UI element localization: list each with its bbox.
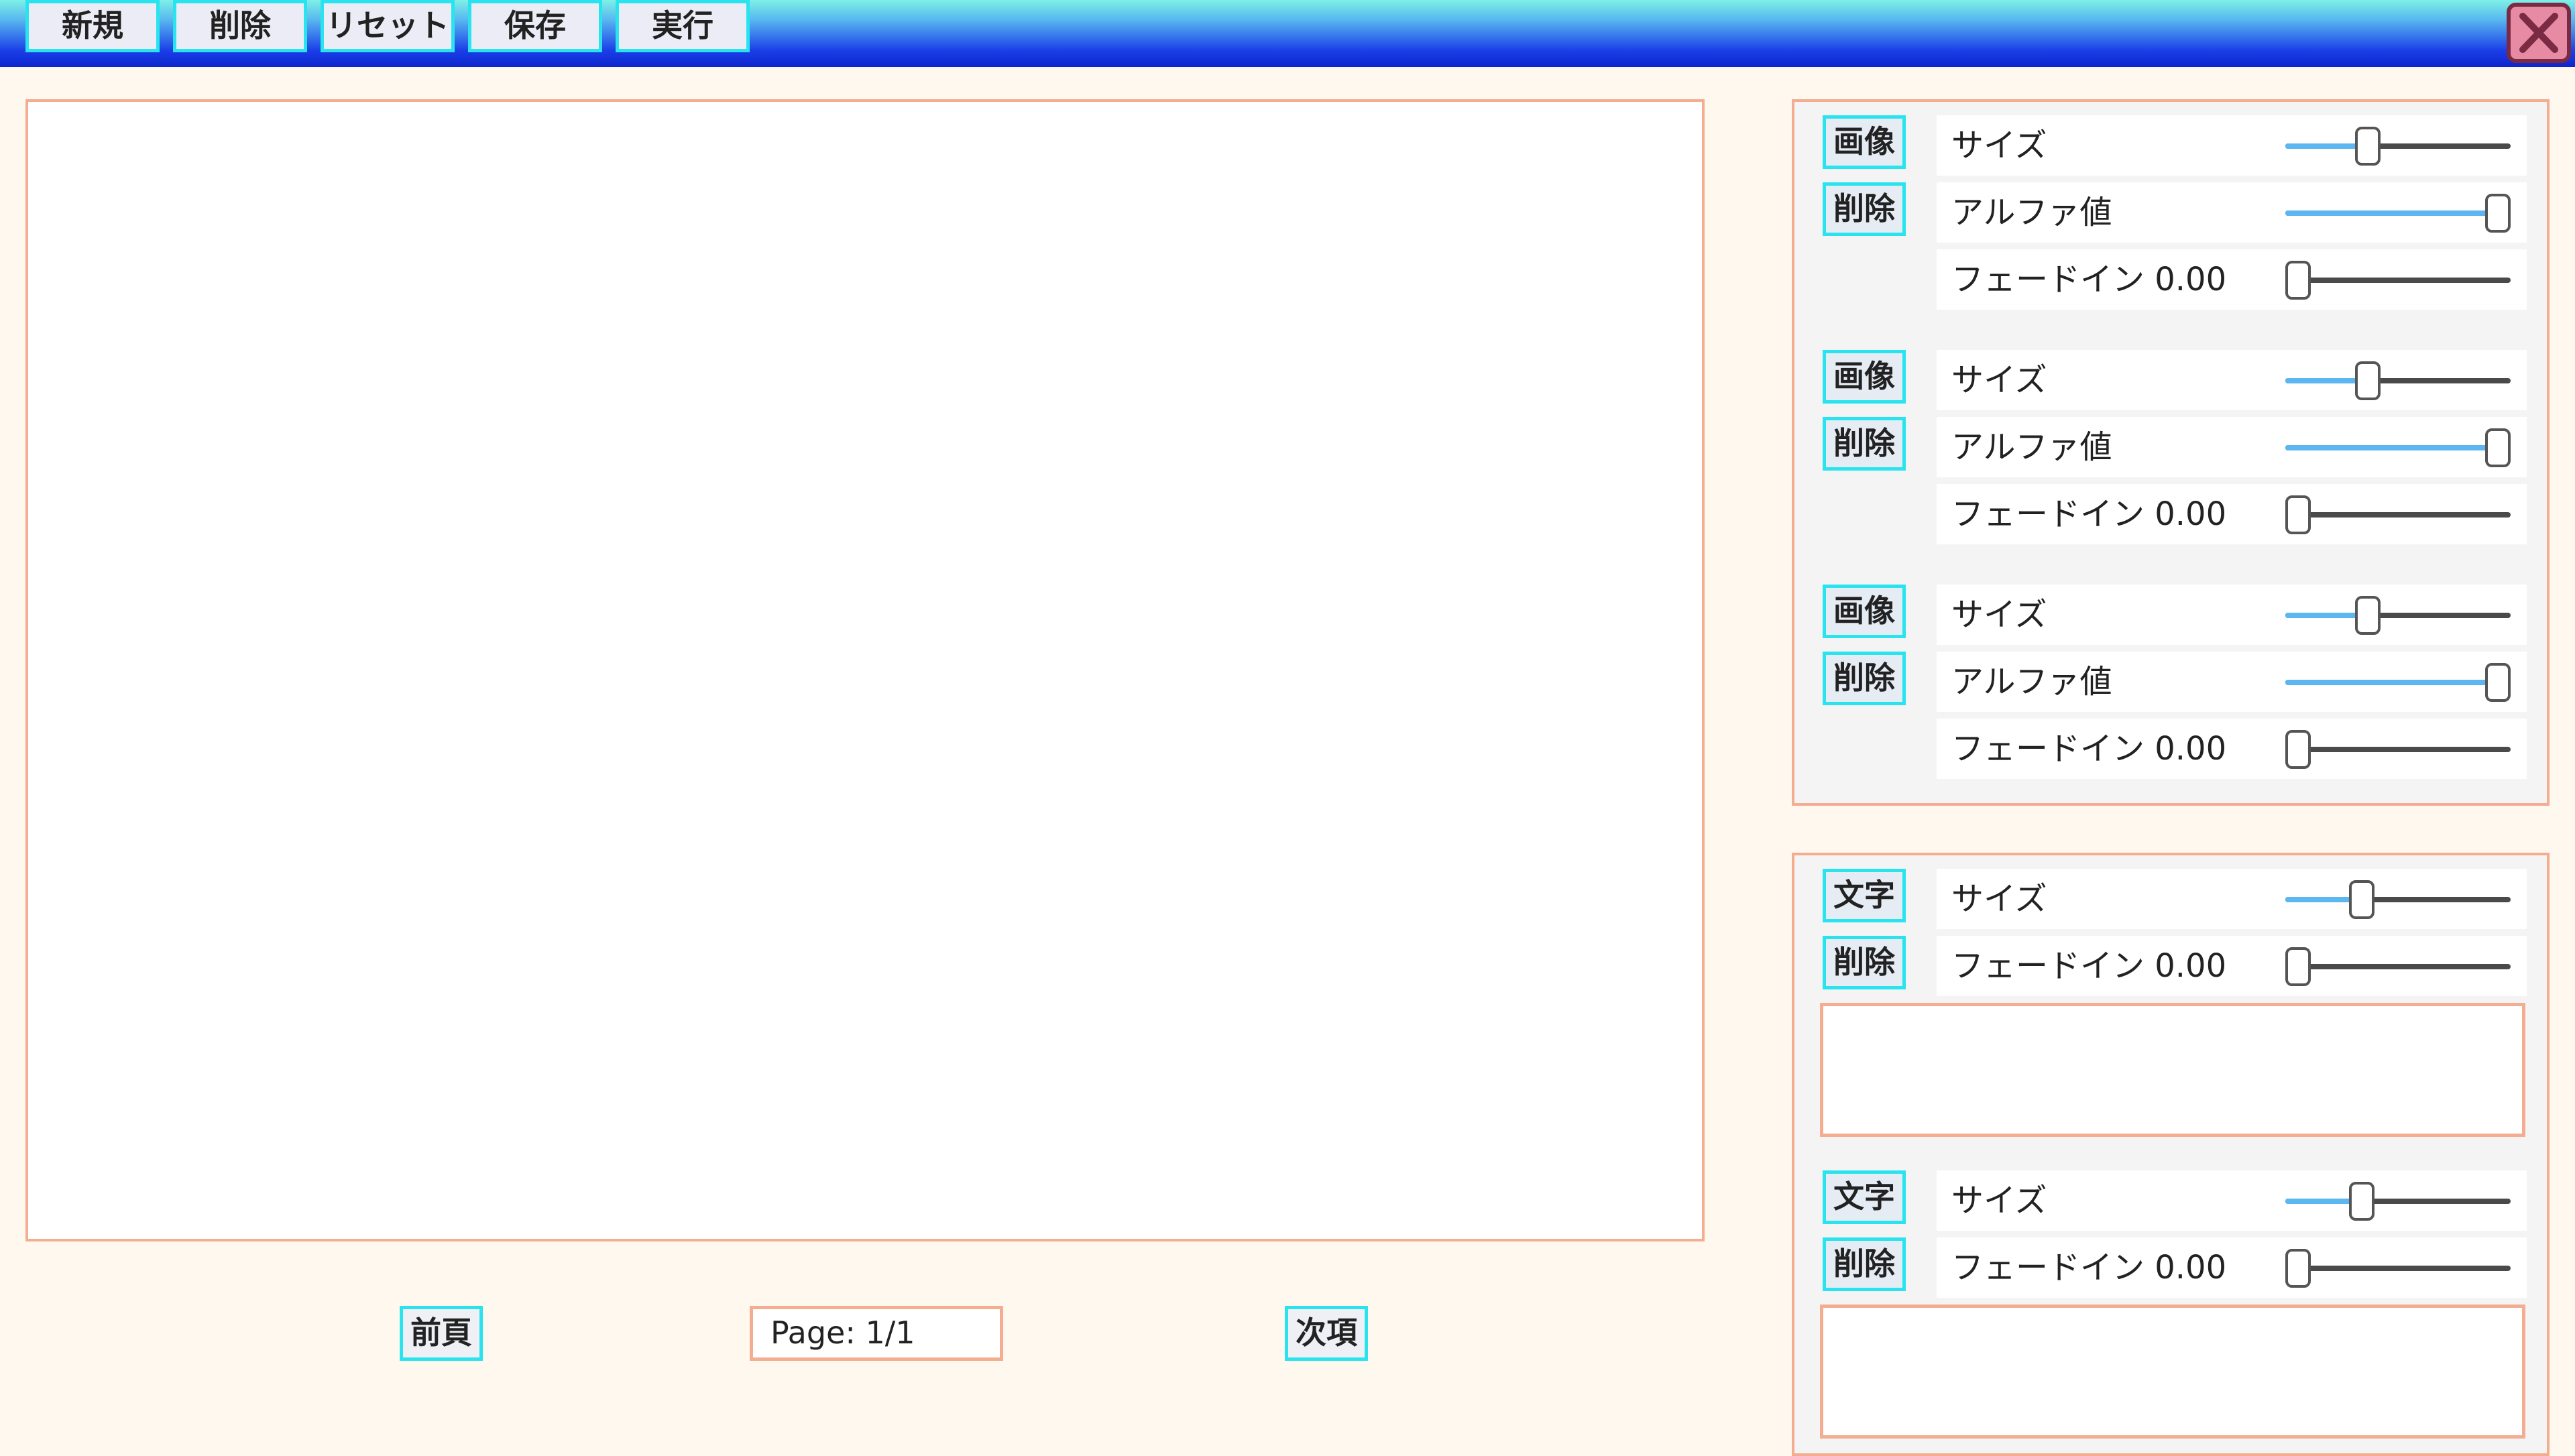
size-slider[interactable] xyxy=(2285,1182,2511,1221)
slider-thumb[interactable] xyxy=(2285,947,2311,986)
image-select-button[interactable]: 画像 xyxy=(1823,115,1906,169)
fade-in-label: フェードイン 0.00 xyxy=(1951,261,2227,298)
slider-fill xyxy=(2285,445,2511,450)
text-select-button[interactable]: 文字 xyxy=(1823,1170,1906,1224)
fade-in-slider[interactable] xyxy=(2285,947,2511,986)
fade-in-slider[interactable] xyxy=(2285,1249,2511,1288)
slider-fill xyxy=(2285,613,2364,618)
next-page-button[interactable]: 次項 xyxy=(1285,1306,1368,1361)
fade-in-row: フェードイン 0.00 xyxy=(1937,936,2527,996)
slider-thumb[interactable] xyxy=(2485,194,2511,233)
size-row: サイズ xyxy=(1937,350,2527,410)
slider-thumb[interactable] xyxy=(2285,495,2311,534)
alpha-slider[interactable] xyxy=(2285,194,2511,233)
slider-thumb[interactable] xyxy=(2349,1182,2375,1221)
slider-fill xyxy=(2285,680,2511,685)
size-label: サイズ xyxy=(1951,361,2047,399)
size-slider[interactable] xyxy=(2285,127,2511,166)
run-button[interactable]: 実行 xyxy=(616,0,750,52)
alpha-slider[interactable] xyxy=(2285,428,2511,467)
slider-fill xyxy=(2285,897,2358,902)
image-delete-button[interactable]: 削除 xyxy=(1823,182,1906,236)
fade-in-slider[interactable] xyxy=(2285,730,2511,769)
text-delete-button[interactable]: 削除 xyxy=(1823,936,1906,989)
image-select-button[interactable]: 画像 xyxy=(1823,350,1906,404)
fade-in-row: フェードイン 0.00 xyxy=(1937,484,2527,544)
alpha-slider[interactable] xyxy=(2285,663,2511,702)
slider-thumb[interactable] xyxy=(2285,261,2311,300)
size-row: サイズ xyxy=(1937,1170,2527,1231)
size-label: サイズ xyxy=(1951,880,2047,918)
alpha-label: アルファ値 xyxy=(1951,194,2112,231)
fade-in-row: フェードイン 0.00 xyxy=(1937,249,2527,310)
page-indicator: Page: 1/1 xyxy=(750,1306,1003,1361)
slider-thumb[interactable] xyxy=(2355,127,2381,166)
fade-in-row: フェードイン 0.00 xyxy=(1937,719,2527,779)
slider-fill xyxy=(2285,378,2364,383)
alpha-row: アルファ値 xyxy=(1937,417,2527,477)
slider-thumb[interactable] xyxy=(2485,663,2511,702)
slider-thumb[interactable] xyxy=(2485,428,2511,467)
preview-canvas[interactable] xyxy=(25,99,1705,1241)
image-layers-panel: 画像 削除 サイズ アルファ値 フェードイン 0.00 画像 削除 サイズ アル… xyxy=(1792,99,2550,806)
fade-in-label: フェードイン 0.00 xyxy=(1951,730,2227,768)
save-button[interactable]: 保存 xyxy=(468,0,602,52)
image-delete-button[interactable]: 削除 xyxy=(1823,417,1906,471)
size-label: サイズ xyxy=(1951,596,2047,633)
slider-thumb[interactable] xyxy=(2285,730,2311,769)
slider-thumb[interactable] xyxy=(2349,880,2375,919)
size-slider[interactable] xyxy=(2285,361,2511,400)
text-layers-panel: 文字 削除 サイズ フェードイン 0.00 文字 削除 サイズ フェードイン 0… xyxy=(1792,853,2550,1456)
size-row: サイズ xyxy=(1937,869,2527,929)
image-select-button[interactable]: 画像 xyxy=(1823,585,1906,638)
text-delete-button[interactable]: 削除 xyxy=(1823,1237,1906,1291)
prev-page-button[interactable]: 前頁 xyxy=(400,1306,483,1361)
text-select-button[interactable]: 文字 xyxy=(1823,869,1906,922)
fade-in-label: フェードイン 0.00 xyxy=(1951,1249,2227,1286)
slider-fill xyxy=(2285,143,2364,149)
size-label: サイズ xyxy=(1951,1182,2047,1219)
alpha-row: アルファ値 xyxy=(1937,652,2527,712)
reset-button[interactable]: リセット xyxy=(321,0,455,52)
size-row: サイズ xyxy=(1937,585,2527,645)
image-delete-button[interactable]: 削除 xyxy=(1823,652,1906,705)
alpha-label: アルファ値 xyxy=(1951,428,2112,466)
fade-in-label: フェードイン 0.00 xyxy=(1951,495,2227,533)
size-slider[interactable] xyxy=(2285,880,2511,919)
size-slider[interactable] xyxy=(2285,596,2511,635)
fade-in-label: フェードイン 0.00 xyxy=(1951,947,2227,985)
fade-in-slider[interactable] xyxy=(2285,495,2511,534)
slider-fill xyxy=(2285,1199,2358,1204)
close-icon xyxy=(2519,13,2558,53)
text-input-area[interactable] xyxy=(1820,1003,2525,1137)
close-button[interactable] xyxy=(2507,3,2571,63)
size-label: サイズ xyxy=(1951,127,2047,164)
new-button[interactable]: 新規 xyxy=(25,0,160,52)
slider-thumb[interactable] xyxy=(2355,361,2381,400)
top-toolbar: 新規 削除 リセット 保存 実行 xyxy=(0,0,2575,67)
alpha-label: アルファ値 xyxy=(1951,663,2112,701)
slider-thumb[interactable] xyxy=(2355,596,2381,635)
alpha-row: アルファ値 xyxy=(1937,182,2527,243)
fade-in-slider[interactable] xyxy=(2285,261,2511,300)
text-input-area[interactable] xyxy=(1820,1305,2525,1439)
delete-button[interactable]: 削除 xyxy=(173,0,307,52)
slider-fill xyxy=(2285,210,2511,216)
fade-in-row: フェードイン 0.00 xyxy=(1937,1237,2527,1298)
slider-thumb[interactable] xyxy=(2285,1249,2311,1288)
size-row: サイズ xyxy=(1937,115,2527,176)
